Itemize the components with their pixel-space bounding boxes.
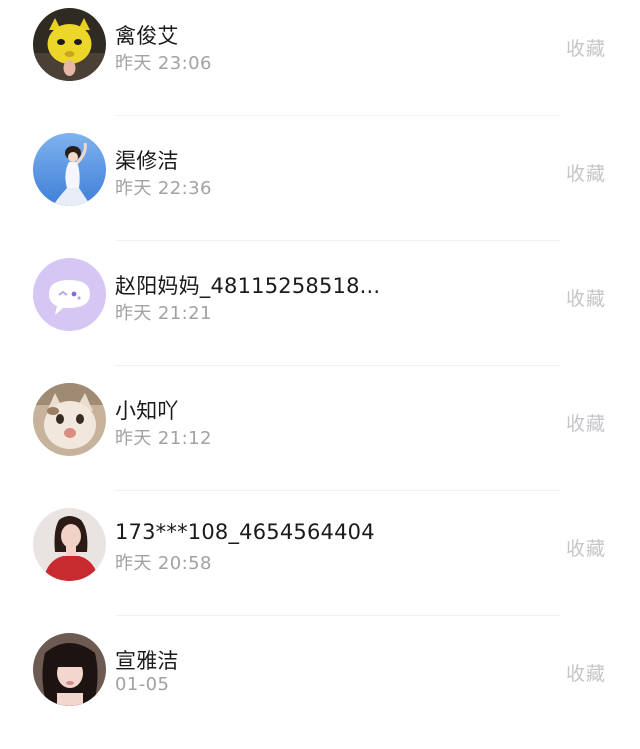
contact-time: 昨天 23:06	[115, 53, 212, 74]
divider	[115, 490, 560, 491]
contact-name: 禽俊艾	[115, 24, 179, 48]
divider	[115, 240, 560, 241]
contact-list: 禽俊艾 昨天 23:06 收藏 渠修洁 昨天 22:36 收藏 赵阳妈妈_481…	[0, 0, 640, 730]
favorite-button[interactable]: 收藏	[566, 159, 606, 186]
cat-avatar[interactable]	[33, 383, 106, 456]
dancer-blue-sky-avatar[interactable]	[33, 133, 106, 206]
contact-name: 赵阳妈妈_48115258518...	[115, 274, 381, 298]
list-item[interactable]: 禽俊艾 昨天 23:06 收藏	[0, 0, 640, 124]
contact-name: 渠修洁	[115, 149, 179, 173]
contact-time: 昨天 21:21	[115, 303, 212, 324]
contact-time: 昨天 21:12	[115, 428, 212, 449]
divider	[115, 115, 560, 116]
favorite-button[interactable]: 收藏	[566, 659, 606, 686]
contact-time: 昨天 22:36	[115, 178, 212, 199]
contact-time: 昨天 20:58	[115, 553, 212, 574]
girl-red-dress-avatar[interactable]	[33, 508, 106, 581]
purple-chat-bubble-avatar[interactable]	[33, 258, 106, 331]
avatar-image	[33, 133, 106, 206]
contact-name: 宣雅洁	[115, 649, 179, 673]
list-item[interactable]: 小知吖 昨天 21:12 收藏	[0, 375, 640, 499]
avatar-image	[33, 633, 106, 706]
divider	[115, 365, 560, 366]
contact-name: 173***108_4654564404	[115, 520, 375, 544]
favorite-button[interactable]: 收藏	[566, 284, 606, 311]
divider	[115, 615, 560, 616]
list-item[interactable]: 赵阳妈妈_48115258518... 昨天 21:21 收藏	[0, 250, 640, 374]
list-item[interactable]: 渠修洁 昨天 22:36 收藏	[0, 125, 640, 249]
avatar-image	[33, 383, 106, 456]
contact-name: 小知吖	[115, 399, 179, 423]
avatar-image	[33, 8, 106, 81]
list-item[interactable]: 173***108_4654564404 昨天 20:58 收藏	[0, 500, 640, 624]
girl-dark-hair-avatar[interactable]	[33, 633, 106, 706]
favorite-button[interactable]: 收藏	[566, 409, 606, 436]
avatar-image	[33, 258, 106, 331]
favorite-button[interactable]: 收藏	[566, 34, 606, 61]
yellow-mask-avatar[interactable]	[33, 8, 106, 81]
favorite-button[interactable]: 收藏	[566, 534, 606, 561]
contact-time: 01-05	[115, 674, 170, 695]
avatar-image	[33, 508, 106, 581]
list-item[interactable]: 宣雅洁 01-05 收藏	[0, 625, 640, 749]
